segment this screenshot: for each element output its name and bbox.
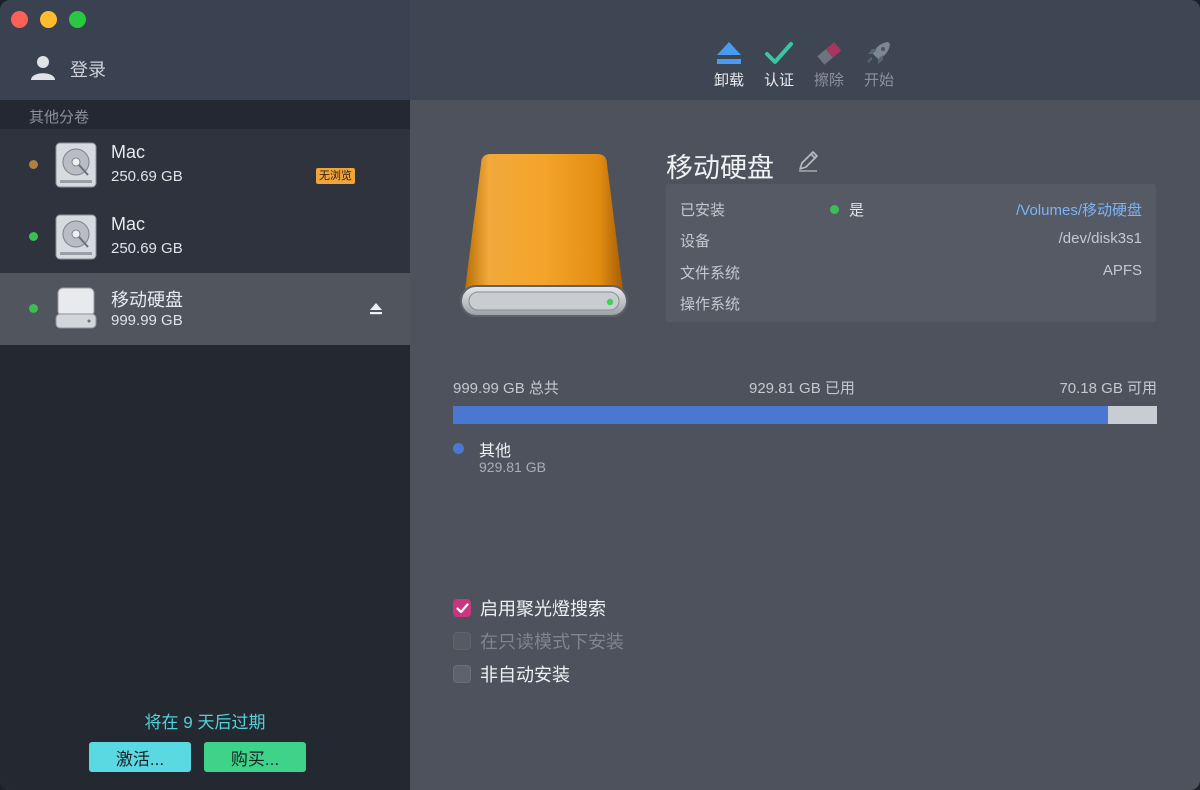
eraser-icon xyxy=(817,42,842,65)
option-label: 非自动安装 xyxy=(480,665,570,685)
option-no-automount[interactable]: 非自动安装 xyxy=(453,663,570,685)
volume-name: Mac xyxy=(111,142,146,162)
info-value: /dev/disk3s1 xyxy=(1058,230,1142,247)
pencil-icon[interactable] xyxy=(796,149,820,178)
activate-button[interactable]: 激活... xyxy=(89,742,191,772)
mounted-value: 是 xyxy=(849,202,865,219)
volume-item-mac-2[interactable]: Mac 250.69 GB xyxy=(0,201,410,273)
close-window-button[interactable] xyxy=(11,11,28,28)
toolbar-label: 卸载 xyxy=(713,72,744,89)
info-row-mounted: 已安装 是 /Volumes/移动硬盘 xyxy=(680,199,1142,223)
legend-name: 其他 xyxy=(479,443,512,460)
option-spotlight[interactable]: 启用聚光燈搜索 xyxy=(453,597,606,619)
expire-notice: 将在 9 天后过期 xyxy=(144,713,266,732)
mount-path-link[interactable]: /Volumes/移动硬盘 xyxy=(1016,199,1142,220)
info-row-filesystem: 文件系统 APFS xyxy=(680,262,1142,286)
status-dot xyxy=(830,205,839,214)
toolbar: 卸载 认证 擦除 开始 xyxy=(410,0,1200,100)
usage-labels: 999.99 GB 总共 929.81 GB 已用 70.18 GB 可用 xyxy=(453,377,1157,397)
disk-info-panel: 已安装 是 /Volumes/移动硬盘 设备 /dev/disk3s1 文件系统… xyxy=(666,184,1156,322)
volume-size: 250.69 GB xyxy=(111,240,183,257)
checkbox-unchecked[interactable] xyxy=(453,665,471,683)
usage-bar xyxy=(453,406,1157,424)
eject-icon[interactable] xyxy=(369,302,383,320)
zoom-window-button[interactable] xyxy=(69,11,86,28)
minimize-window-button[interactable] xyxy=(40,11,57,28)
internal-disk-icon xyxy=(55,142,97,193)
usage-bar-fill xyxy=(453,406,1108,424)
toolbar-label: 开始 xyxy=(863,72,894,89)
info-key: 已安装 xyxy=(680,202,726,219)
checkmark-icon xyxy=(765,42,793,64)
legend-size: 929.81 GB xyxy=(479,459,546,475)
info-row-device: 设备 /dev/disk3s1 xyxy=(680,230,1142,254)
toolbar-verify[interactable]: 认证 xyxy=(754,40,804,90)
volume-item-external[interactable]: 移动硬盘 999.99 GB xyxy=(0,273,410,345)
internal-disk-icon xyxy=(55,214,97,265)
total-capacity: 999.99 GB 总共 xyxy=(453,380,559,397)
mounted-status: 是 xyxy=(830,199,864,220)
sidebar: 登录 其他分卷 Mac 250.69 GB 无浏览 Mac 250.69 GB … xyxy=(0,0,410,790)
toolbar-start[interactable]: 开始 xyxy=(854,40,904,90)
toolbar-unmount[interactable]: 卸载 xyxy=(704,40,754,90)
toolbar-label: 擦除 xyxy=(813,72,844,89)
section-label: 其他分卷 xyxy=(29,109,90,126)
status-badge: 无浏览 xyxy=(316,168,355,184)
buy-button[interactable]: 购买... xyxy=(204,742,306,772)
volume-size: 250.69 GB xyxy=(111,168,183,185)
rocket-icon xyxy=(867,42,890,64)
login-label: 登录 xyxy=(70,60,106,80)
volume-size: 999.99 GB xyxy=(111,312,183,329)
option-label: 在只读模式下安装 xyxy=(480,632,624,652)
checkbox-disabled[interactable] xyxy=(453,632,471,650)
status-dot xyxy=(29,232,38,241)
disk-title: 移动硬盘 xyxy=(666,153,774,183)
volume-item-mac-1[interactable]: Mac 250.69 GB 无浏览 xyxy=(0,129,410,201)
info-key: 操作系统 xyxy=(680,296,741,313)
external-drive-image xyxy=(459,150,631,327)
login-button[interactable]: 登录 xyxy=(30,54,106,84)
info-value: APFS xyxy=(1102,262,1142,279)
free-capacity: 70.18 GB 可用 xyxy=(1059,380,1157,397)
eject-icon xyxy=(717,42,741,64)
option-readonly[interactable]: 在只读模式下安装 xyxy=(453,630,624,652)
used-capacity: 929.81 GB 已用 xyxy=(749,380,855,397)
volume-name: 移动硬盘 xyxy=(111,290,183,310)
user-icon xyxy=(30,54,56,85)
toolbar-erase[interactable]: 擦除 xyxy=(804,40,854,90)
toolbar-label: 认证 xyxy=(763,72,794,89)
status-dot xyxy=(29,304,38,313)
info-key: 设备 xyxy=(680,233,711,250)
checkbox-checked[interactable] xyxy=(453,599,471,617)
option-label: 启用聚光燈搜索 xyxy=(480,599,606,619)
info-key: 文件系统 xyxy=(680,265,741,282)
volume-name: Mac xyxy=(111,214,146,234)
status-dot xyxy=(29,160,38,169)
sidebar-header: 登录 xyxy=(0,0,410,100)
legend-dot xyxy=(453,443,464,454)
info-row-os: 操作系统 xyxy=(680,293,1142,317)
external-disk-icon xyxy=(55,286,97,337)
app-window: 登录 其他分卷 Mac 250.69 GB 无浏览 Mac 250.69 GB … xyxy=(0,0,1200,790)
main-panel: 卸载 认证 擦除 开始 移动硬盘 已安装 是 /Volumes/移动硬盘 设备 … xyxy=(410,0,1200,790)
